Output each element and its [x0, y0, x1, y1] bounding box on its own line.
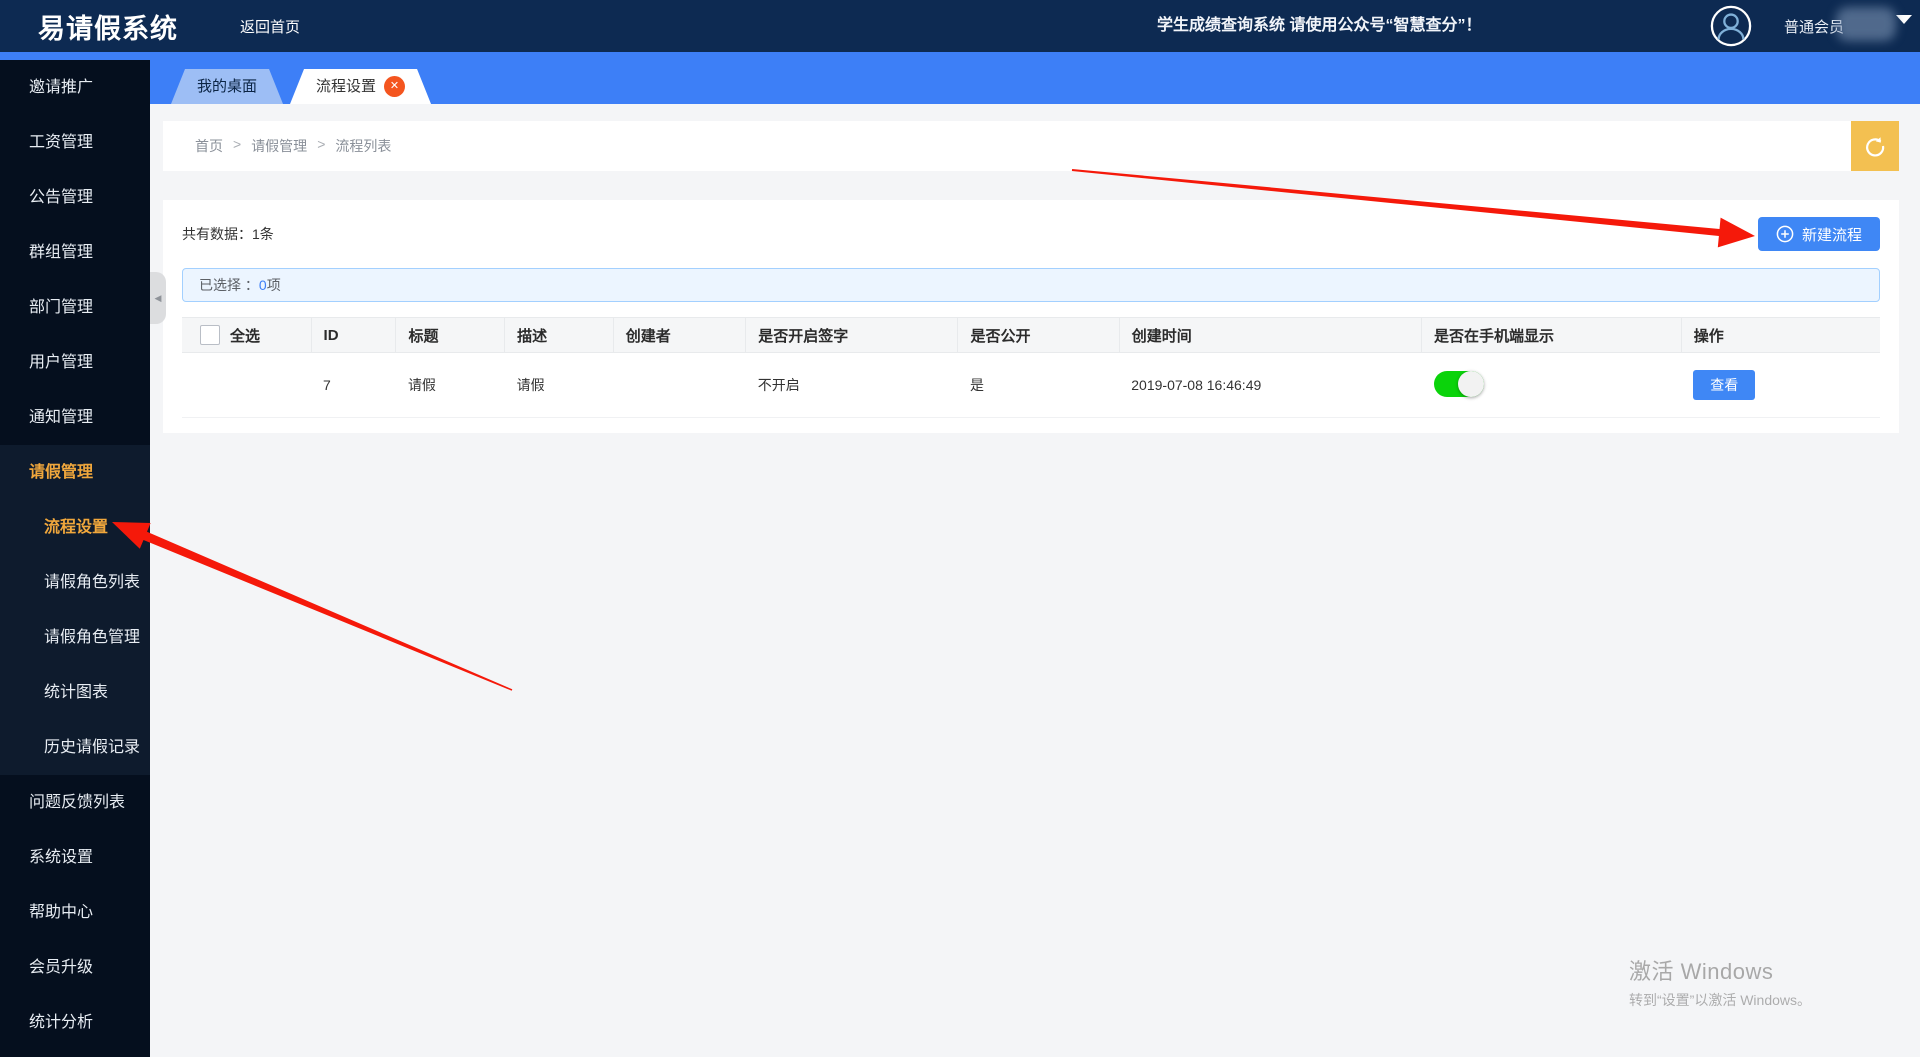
- col-mobile-visible: 是否在手机端显示: [1422, 318, 1682, 353]
- sidebar-item-notify[interactable]: 通知管理: [0, 390, 150, 445]
- toggle-knob: [1458, 371, 1484, 397]
- app-logo: 易请假系统: [38, 7, 178, 46]
- sidebar-item-announcement[interactable]: 公告管理: [0, 170, 150, 225]
- plus-circle-icon: [1776, 225, 1794, 243]
- breadcrumb-separator: >: [233, 136, 241, 156]
- tab-my-desktop[interactable]: 我的桌面: [171, 69, 283, 104]
- cell-created-at: 2019-07-08 16:46:49: [1119, 353, 1421, 418]
- close-icon[interactable]: ✕: [384, 76, 405, 97]
- header-notice: 学生成绩查询系统 请使用公众号“智慧查分”！: [1157, 0, 1481, 52]
- windows-activation-watermark: 激活 Windows 转到“设置”以激活 Windows。: [1629, 954, 1811, 1010]
- table-header-row: 全选 ID 标题 描述 创建者 是否开启签字 是否公开 创建时间 是否在手机端显…: [182, 318, 1880, 353]
- col-actions: 操作: [1681, 318, 1880, 353]
- sidebar-item-leave-role-list[interactable]: 请假角色列表: [0, 555, 150, 610]
- watermark-line1: 激活 Windows: [1629, 954, 1811, 986]
- refresh-button[interactable]: [1851, 121, 1899, 171]
- cell-title: 请假: [396, 353, 505, 418]
- sidebar-item-user[interactable]: 用户管理: [0, 335, 150, 390]
- user-avatar-icon[interactable]: [1710, 5, 1752, 47]
- breadcrumb: 首页 > 请假管理 > 流程列表: [163, 136, 391, 156]
- breadcrumb-bar: 首页 > 请假管理 > 流程列表: [163, 121, 1899, 171]
- tab-label: 我的桌面: [197, 69, 257, 104]
- tab-bar: 我的桌面 流程设置 ✕: [150, 60, 1920, 104]
- cell-id: 7: [311, 353, 396, 418]
- sidebar-item-leave-role-mgmt[interactable]: 请假角色管理: [0, 610, 150, 665]
- chevron-left-icon: ◀: [155, 293, 162, 304]
- cell-desc: 请假: [505, 353, 614, 418]
- flow-table: 全选 ID 标题 描述 创建者 是否开启签字 是否公开 创建时间 是否在手机端显…: [182, 317, 1880, 418]
- sidebar-item-invite[interactable]: 邀请推广: [0, 60, 150, 115]
- col-title: 标题: [396, 318, 505, 353]
- breadcrumb-flow-list[interactable]: 流程列表: [335, 136, 391, 156]
- sidebar-item-leave-history[interactable]: 历史请假记录: [0, 720, 150, 775]
- flow-list-card: 共有数据：1条 新建流程 已选择 ： 0 项: [163, 200, 1899, 433]
- col-select-all: 全选: [230, 325, 260, 346]
- col-public: 是否公开: [958, 318, 1119, 353]
- user-menu[interactable]: 普通会员: [1710, 0, 1912, 52]
- cell-sign: 不开启: [746, 353, 958, 418]
- col-id: ID: [311, 318, 396, 353]
- col-created-at: 创建时间: [1119, 318, 1421, 353]
- breadcrumb-home[interactable]: 首页: [195, 136, 223, 156]
- cell-public: 是: [958, 353, 1119, 418]
- view-button[interactable]: 查看: [1693, 370, 1755, 400]
- back-home-link[interactable]: 返回首页: [240, 16, 300, 37]
- sidebar-item-member-upgrade[interactable]: 会员升级: [0, 940, 150, 995]
- tab-flow-settings[interactable]: 流程设置 ✕: [290, 69, 431, 104]
- new-flow-button[interactable]: 新建流程: [1758, 217, 1880, 251]
- sidebar-item-stats-chart[interactable]: 统计图表: [0, 665, 150, 720]
- selection-suffix: 项: [267, 275, 281, 295]
- sidebar-item-leave-mgmt[interactable]: 请假管理: [0, 445, 150, 500]
- breadcrumb-leave-mgmt[interactable]: 请假管理: [251, 136, 307, 156]
- col-creator: 创建者: [613, 318, 745, 353]
- sidebar-group-leave: 请假管理 流程设置 请假角色列表 请假角色管理 统计图表 历史请假记录: [0, 445, 150, 775]
- selection-prefix: 已选择 ：: [199, 275, 259, 295]
- page-content: 首页 > 请假管理 > 流程列表 共有数据：1条: [150, 104, 1920, 1057]
- sidebar-nav: 邀请推广 工资管理 公告管理 群组管理 部门管理 用户管理 通知管理 请假管理 …: [0, 60, 150, 1057]
- breadcrumb-separator: >: [317, 136, 325, 156]
- sidebar-item-group[interactable]: 群组管理: [0, 225, 150, 280]
- sidebar-item-help-center[interactable]: 帮助中心: [0, 885, 150, 940]
- sidebar-item-flow-settings[interactable]: 流程设置: [0, 500, 150, 555]
- table-row: 7 请假 请假 不开启 是 2019-07-08 16:46:49: [182, 353, 1880, 418]
- sidebar-item-department[interactable]: 部门管理: [0, 280, 150, 335]
- censored-username-blur: [1836, 7, 1896, 41]
- chevron-down-icon[interactable]: [1896, 15, 1912, 24]
- sidebar-collapse-handle[interactable]: ◀: [150, 272, 166, 324]
- cell-creator: [613, 353, 745, 418]
- user-level-label: 普通会员: [1784, 16, 1844, 37]
- selection-count: 0: [259, 277, 267, 293]
- sidebar-item-salary[interactable]: 工资管理: [0, 115, 150, 170]
- cell-select: [182, 353, 311, 418]
- new-flow-button-label: 新建流程: [1802, 224, 1862, 245]
- refresh-icon: [1863, 134, 1887, 158]
- watermark-line2: 转到“设置”以激活 Windows。: [1629, 990, 1811, 1010]
- col-sign: 是否开启签字: [746, 318, 958, 353]
- sidebar-item-stats-analysis[interactable]: 统计分析: [0, 995, 150, 1050]
- select-all-checkbox[interactable]: [200, 325, 220, 345]
- header-accent-strip: [0, 52, 1920, 60]
- sidebar-item-system-settings[interactable]: 系统设置: [0, 830, 150, 885]
- sidebar-item-feedback[interactable]: 问题反馈列表: [0, 775, 150, 830]
- col-desc: 描述: [505, 318, 614, 353]
- selection-status-bar: 已选择 ： 0 项: [182, 268, 1880, 302]
- total-count-label: 共有数据：1条: [182, 224, 274, 244]
- tab-label: 流程设置: [316, 69, 376, 104]
- top-header: 易请假系统 返回首页 学生成绩查询系统 请使用公众号“智慧查分”！ 普通会员: [0, 0, 1920, 52]
- mobile-visible-toggle[interactable]: [1434, 371, 1484, 397]
